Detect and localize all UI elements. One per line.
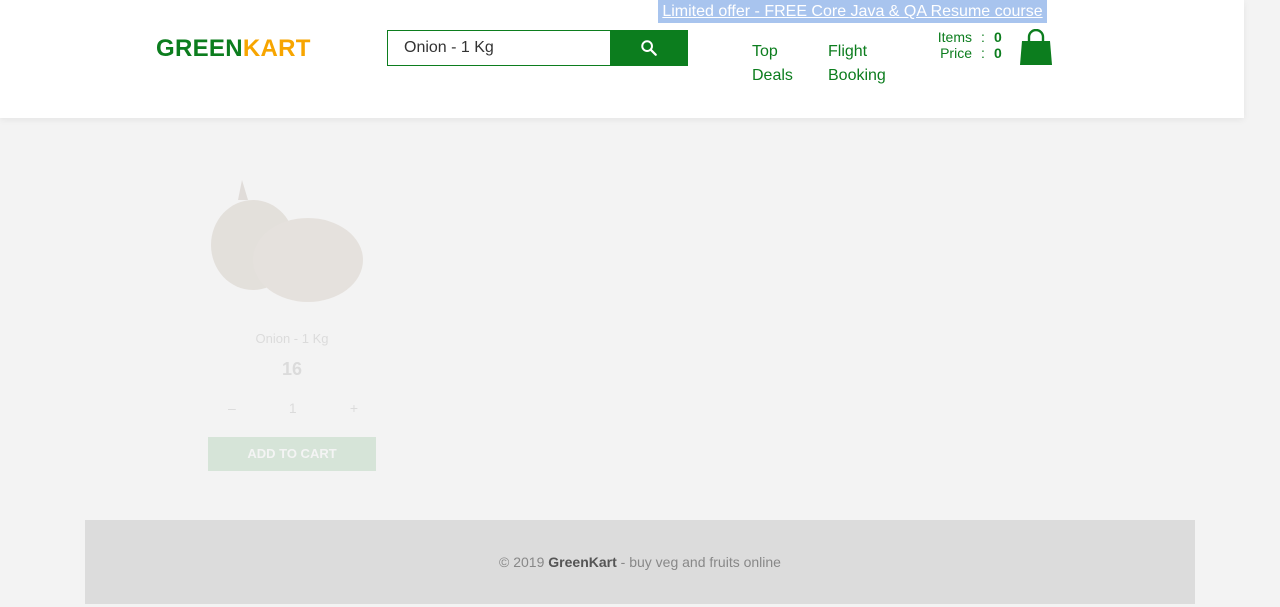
increment-button[interactable]: + xyxy=(350,400,358,416)
product-price: 16 xyxy=(281,359,303,379)
cart-price-value: 0 xyxy=(994,45,1002,61)
quantity-stepper: – 1 + xyxy=(228,397,358,419)
footer: © 2019 GreenKart - buy veg and fruits on… xyxy=(85,520,1195,604)
onion-product-image xyxy=(211,180,363,302)
logo-green-text: GREEN xyxy=(156,35,243,62)
footer-brand: GreenKart xyxy=(548,554,617,570)
header: Limited offer - FREE Core Java & QA Resu… xyxy=(0,0,1244,118)
flight-booking-link[interactable]: Flight Booking xyxy=(828,40,886,88)
decrement-button[interactable]: – xyxy=(228,400,236,416)
product-card: Onion - 1 Kg 16 – 1 + ADD TO CART xyxy=(208,155,376,475)
search-icon xyxy=(641,40,657,56)
top-deals-line2: Deals xyxy=(752,67,793,84)
footer-year: © 2019 xyxy=(499,554,545,570)
cart-info: Items : 0 Price : 0 xyxy=(920,29,1010,61)
cart-price-row: Price : 0 xyxy=(920,45,1010,61)
product-name: Onion - 1 Kg xyxy=(255,331,329,346)
cart-items-separator: : xyxy=(981,29,985,45)
footer-tagline: - buy veg and fruits online xyxy=(620,554,781,570)
cart-price-label: Price xyxy=(940,45,972,61)
cart-items-label: Items xyxy=(937,29,972,45)
cart-price-separator: : xyxy=(981,45,985,61)
quantity-value[interactable]: 1 xyxy=(289,400,297,416)
offer-link[interactable]: Limited offer - FREE Core Java & QA Resu… xyxy=(658,0,1047,23)
flight-booking-line2: Booking xyxy=(828,67,886,84)
cart-items-value: 0 xyxy=(994,29,1002,45)
search-input[interactable] xyxy=(387,30,611,66)
search-button[interactable] xyxy=(610,30,688,66)
logo: GREENKART xyxy=(156,35,311,63)
logo-kart-text: KART xyxy=(242,35,311,62)
cart-items-row: Items : 0 xyxy=(920,29,1010,45)
top-deals-line1: Top xyxy=(752,43,778,60)
cart-bag-icon[interactable] xyxy=(1019,29,1053,66)
flight-booking-line1: Flight xyxy=(828,43,868,60)
add-to-cart-button[interactable]: ADD TO CART xyxy=(208,437,376,471)
top-deals-link[interactable]: Top Deals xyxy=(752,40,793,88)
